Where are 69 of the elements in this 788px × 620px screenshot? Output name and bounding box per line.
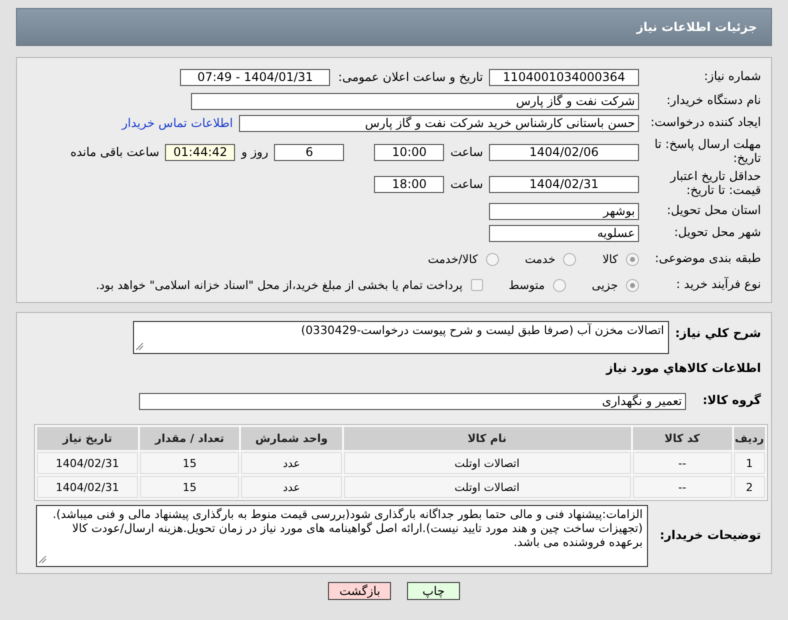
field-label: طبقه بندی موضوعی: <box>654 252 762 266</box>
checkbox[interactable] <box>470 279 483 291</box>
input-field[interactable]: بوشهر <box>489 202 639 220</box>
field-label: ایجاد کننده درخواست: <box>649 116 762 130</box>
field-label: حداقل تاریخ اعتبار قیمت: تا تاریخ: <box>668 170 762 198</box>
table-cell: 15 <box>140 476 240 498</box>
field-label: شماره نیاز: <box>703 70 762 84</box>
field-label: ساعت <box>449 177 484 191</box>
section-heading: اطلاعات کالاهاي مورد نياز <box>606 362 762 376</box>
table-cell: -- <box>632 452 732 474</box>
field-label: شرح کلي نياز: <box>675 327 762 341</box>
page-title: جزئیات اطلاعات نیاز <box>636 20 757 34</box>
field-label: روز و <box>240 145 270 159</box>
input-field[interactable]: 01:44:42 <box>165 144 236 160</box>
radio-button[interactable] <box>626 278 639 292</box>
input-field[interactable]: 1404/02/31 <box>489 176 639 192</box>
input-field[interactable]: 6 <box>274 144 344 160</box>
description-field[interactable]: اتصالات مخزن آب (صرفا طبق لیست و شرح پیوست درخواست-0330429) <box>133 321 670 354</box>
input-field[interactable]: تعمیر و نگهداری <box>139 392 686 410</box>
column-header: ردیف <box>734 427 765 450</box>
field-label: نام دستگاه خریدار: <box>666 94 762 108</box>
back-button[interactable]: بازگشت <box>328 582 392 600</box>
input-field[interactable]: 10:00 <box>374 144 444 160</box>
table-cell: 2 <box>734 476 765 498</box>
contact-link[interactable]: اطلاعات تماس خریدار <box>122 116 233 130</box>
column-header: واحد شمارش <box>241 427 342 450</box>
field-label: نوع فرآیند خرید : <box>675 278 762 292</box>
radio-label: کالا <box>602 252 618 266</box>
table-cell: اتصالات اوتلت <box>344 452 631 474</box>
table-cell: 15 <box>140 452 240 474</box>
resize-grip-icon <box>136 343 144 351</box>
column-header: نام کالا <box>344 427 631 450</box>
column-header: تاریخ نیاز <box>37 427 138 450</box>
table-cell: -- <box>632 476 732 498</box>
input-field[interactable]: 18:00 <box>374 176 444 192</box>
table-cell: عدد <box>241 476 342 498</box>
print-button[interactable]: چاپ <box>407 582 460 600</box>
radio-label: خدمت <box>524 252 556 266</box>
field-label: گروه کالا: <box>702 394 762 408</box>
field-label: تاریخ و ساعت اعلان عمومی: <box>337 70 484 84</box>
radio-label: جزیی <box>592 278 618 292</box>
resize-grip-icon <box>38 556 47 564</box>
radio-label: کالا/خدمت <box>428 252 478 266</box>
radio-button[interactable] <box>552 278 566 292</box>
radio-label: متوسط <box>508 278 545 292</box>
field-label: شهر محل تحویل: <box>673 226 762 240</box>
field-label: ساعت باقی مانده <box>69 145 160 159</box>
input-field[interactable]: شرکت نفت و گاز پارس <box>191 92 639 110</box>
payment-note: پرداخت تمام یا بخشی از مبلغ خرید،از محل "اسناد خزانه اسلامی" خواهد بود. <box>96 278 463 292</box>
table-cell: 1404/02/31 <box>37 476 138 498</box>
table-cell: 1404/02/31 <box>37 452 138 474</box>
input-field[interactable]: 1104001034000364 <box>489 68 639 86</box>
field-label: مهلت ارسال پاسخ: تا تاریخ: <box>653 138 762 166</box>
radio-button[interactable] <box>626 252 639 266</box>
input-field[interactable]: 1404/02/06 <box>489 144 639 160</box>
table-cell: 1 <box>734 452 765 474</box>
field-label: استان محل تحویل: <box>666 204 762 218</box>
notes-field[interactable]: الزامات:پیشنهاد فنی و مالی حتما بطور جداگانه بارگذاری شود(بررسی قیمت منوط به بارگذاری پیشنهاد مالی و فنی میباشد).(تجهیزات ساخت چین و هند مورد تایید نیست).ارائه اصل گواهینامه های مورد نیاز در زمان تحویل.هزینه ارسال/عودت کالا برعهده فروشنده می باشد. <box>36 505 648 567</box>
column-header: کد کالا <box>632 427 732 450</box>
radio-button[interactable] <box>486 252 499 266</box>
table-cell: اتصالات اوتلت <box>344 476 631 498</box>
input-field[interactable]: عسلویه <box>489 224 639 242</box>
input-field[interactable]: 1404/01/31 - 07:49 <box>180 68 330 86</box>
input-field[interactable]: حسن باستانی کارشناس خرید شرکت نفت و گاز پارس <box>239 114 639 132</box>
field-label: ساعت <box>449 145 484 159</box>
radio-button[interactable] <box>563 252 576 266</box>
column-header: تعداد / مقدار <box>140 427 240 450</box>
table-cell: عدد <box>241 452 342 474</box>
field-label: توضیحات خریدار: <box>660 529 762 543</box>
